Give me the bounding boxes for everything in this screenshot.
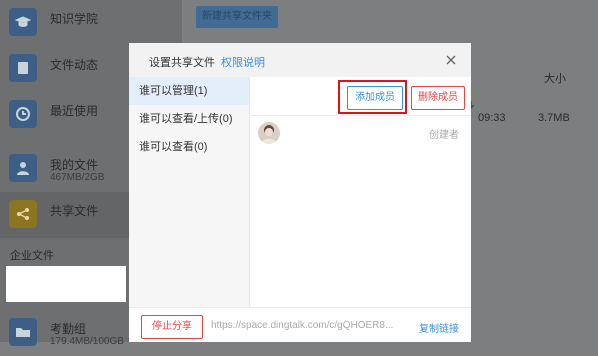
sidebar-item-label: 考勤组	[50, 322, 87, 336]
sidebar-item-label: 知识学院	[50, 12, 99, 26]
creator-label: 创建者	[429, 130, 459, 141]
sidebar-item-label: 最近使用	[50, 104, 99, 118]
row-modified-time: 09:33	[478, 112, 506, 124]
panel-divider	[249, 77, 250, 307]
close-icon[interactable]	[445, 54, 457, 66]
permission-help-link[interactable]: 权限说明	[221, 54, 265, 70]
divider	[251, 115, 471, 116]
dialog-header: 设置共享文件 权限说明	[129, 43, 471, 77]
sidebar-item-academy[interactable]: 知识学院	[0, 0, 182, 46]
sidebar-item-label: 我的文件	[50, 158, 99, 172]
highlight-annotation	[338, 80, 407, 114]
footer-divider	[129, 307, 471, 308]
permission-view-upload[interactable]: 谁可以查看/上传(0)	[129, 105, 249, 133]
sidebar-item-label: 共享文件	[50, 204, 99, 218]
sidebar-item-label: 文件动态	[50, 58, 99, 72]
avatar[interactable]	[258, 122, 280, 144]
dialog-title: 设置共享文件	[149, 57, 215, 69]
graduation-cap-icon	[9, 8, 37, 36]
new-shared-folder-button[interactable]: 新建共享文件夹	[196, 6, 278, 28]
column-header-size[interactable]: 大小	[544, 70, 566, 86]
share-settings-dialog: 设置共享文件 权限说明 谁可以管理(1) 谁可以查看/上传(0) 谁可以查看(0…	[129, 43, 471, 342]
row-size: 3.7MB	[538, 112, 570, 124]
clock-icon	[9, 100, 37, 128]
remove-member-button[interactable]: 删除成员	[411, 86, 465, 110]
permission-view[interactable]: 谁可以查看(0)	[129, 133, 249, 161]
sidebar-group-label: 企业文件	[10, 250, 54, 262]
permission-manage[interactable]: 谁可以管理(1)	[129, 77, 249, 105]
permission-list: 谁可以管理(1) 谁可以查看/上传(0) 谁可以查看(0)	[129, 77, 249, 307]
redacted-block	[6, 266, 126, 302]
stop-sharing-button[interactable]: 停止分享	[141, 315, 203, 339]
user-icon	[9, 154, 37, 182]
file-icon	[9, 54, 37, 82]
copy-link-button[interactable]: 复制链接	[419, 320, 459, 335]
share-url: https://space.dingtalk.com/c/gQHOER8...	[211, 320, 394, 331]
storage-usage: 467MB/2GB	[50, 172, 105, 183]
share-icon	[9, 200, 37, 228]
